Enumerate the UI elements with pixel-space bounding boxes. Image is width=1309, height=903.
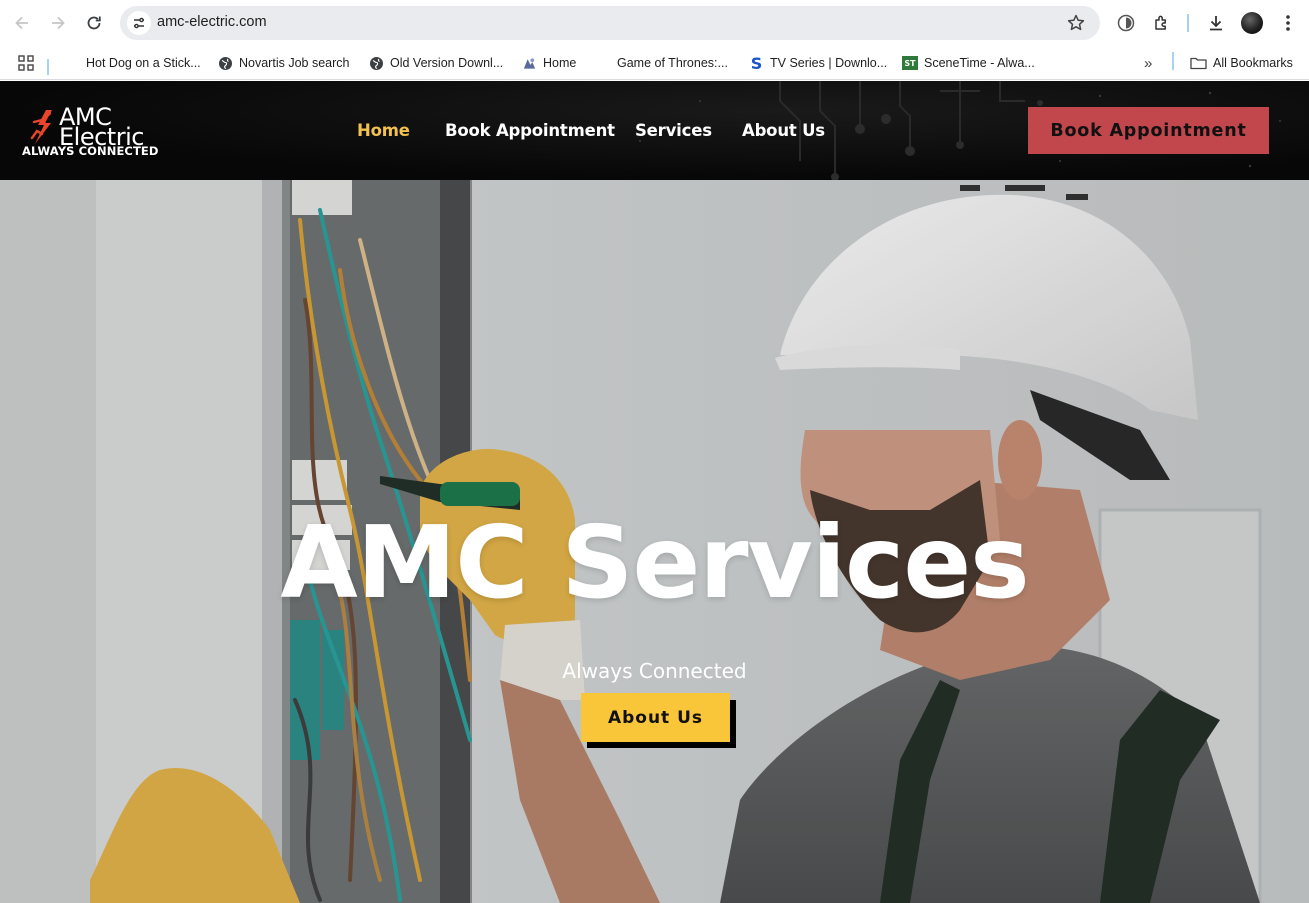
- bookmark-label: Game of Thrones:...: [617, 56, 728, 70]
- hero-section: AMC Services Always Connected About Us: [0, 180, 1309, 903]
- browser-toolbar: amc-electric.com: [0, 0, 1309, 46]
- extensions-puzzle-icon[interactable]: [1151, 12, 1173, 34]
- nav-book-appointment[interactable]: Book Appointment: [445, 121, 615, 140]
- bookmark-item[interactable]: Game of Thrones:...: [617, 53, 728, 73]
- bookmark-item[interactable]: ST SceneTime - Alwa...: [902, 53, 1035, 73]
- folder-icon: [1190, 56, 1207, 71]
- arrow-right-icon: [52, 16, 65, 30]
- bookmarks-overflow-button[interactable]: »: [1144, 53, 1152, 73]
- reload-button[interactable]: [81, 10, 107, 36]
- bookmark-label: TV Series | Downlo...: [770, 56, 888, 70]
- site-info-icon[interactable]: [127, 11, 151, 35]
- all-bookmarks-label: All Bookmarks: [1213, 56, 1293, 70]
- nav-about-us[interactable]: About Us: [742, 121, 825, 140]
- back-button[interactable]: [9, 10, 35, 36]
- globe-icon: [218, 56, 233, 71]
- running-man-bolt-icon: [30, 110, 52, 144]
- globe-icon: [369, 56, 384, 71]
- reload-icon: [87, 16, 101, 30]
- bookmarks-bar: Hot Dog on a Stick... Novartis Job searc…: [0, 46, 1309, 80]
- hero-subtitle: Always Connected: [562, 659, 747, 683]
- url-text[interactable]: amc-electric.com: [157, 14, 267, 30]
- bookmark-item[interactable]: S TV Series | Downlo...: [749, 53, 887, 73]
- bookmark-item[interactable]: Old Version Downl...: [369, 53, 503, 73]
- bookmark-label: SceneTime - Alwa...: [924, 56, 1035, 70]
- apps-grid-icon[interactable]: [18, 53, 34, 73]
- toolbar-divider: [1187, 14, 1189, 32]
- all-bookmarks-button[interactable]: All Bookmarks: [1190, 53, 1293, 73]
- bookmark-label: Novartis Job search: [239, 56, 350, 70]
- nav-services[interactable]: Services: [635, 121, 712, 140]
- bookmarks-divider: [47, 59, 49, 75]
- logo-tagline: ALWAYS CONNECTED: [22, 144, 159, 158]
- bookmark-item[interactable]: Home: [522, 53, 576, 73]
- forward-button[interactable]: [45, 10, 71, 36]
- s-favicon: S: [750, 53, 763, 73]
- st-favicon: ST: [902, 56, 918, 70]
- extension-circle-icon[interactable]: [1115, 12, 1137, 34]
- bookmark-label: Home: [543, 56, 577, 70]
- bookmark-item[interactable]: Hot Dog on a Stick...: [86, 53, 201, 73]
- address-bar[interactable]: amc-electric.com: [120, 6, 1100, 40]
- bookmark-item[interactable]: Novartis Job search: [218, 53, 349, 73]
- about-us-button[interactable]: About Us: [581, 693, 730, 742]
- more-menu-icon[interactable]: [1277, 12, 1299, 34]
- bookmark-label: Hot Dog on a Stick...: [86, 56, 201, 70]
- bookmark-label: Old Version Downl...: [390, 56, 504, 70]
- site-logo[interactable]: AMC Electric ALWAYS CONNECTED: [22, 104, 162, 160]
- bookmark-star-icon[interactable]: [1066, 13, 1086, 33]
- nav-home[interactable]: Home: [357, 121, 410, 140]
- chevron-double-right-icon: »: [1144, 54, 1153, 72]
- download-icon[interactable]: [1205, 12, 1227, 34]
- book-appointment-button[interactable]: Book Appointment: [1028, 107, 1269, 154]
- arrow-left-icon: [15, 16, 28, 30]
- hero-title: AMC Services: [280, 504, 1029, 621]
- bookmarks-divider: [1172, 52, 1174, 70]
- site-favicon: [522, 56, 537, 71]
- profile-avatar[interactable]: [1241, 12, 1263, 34]
